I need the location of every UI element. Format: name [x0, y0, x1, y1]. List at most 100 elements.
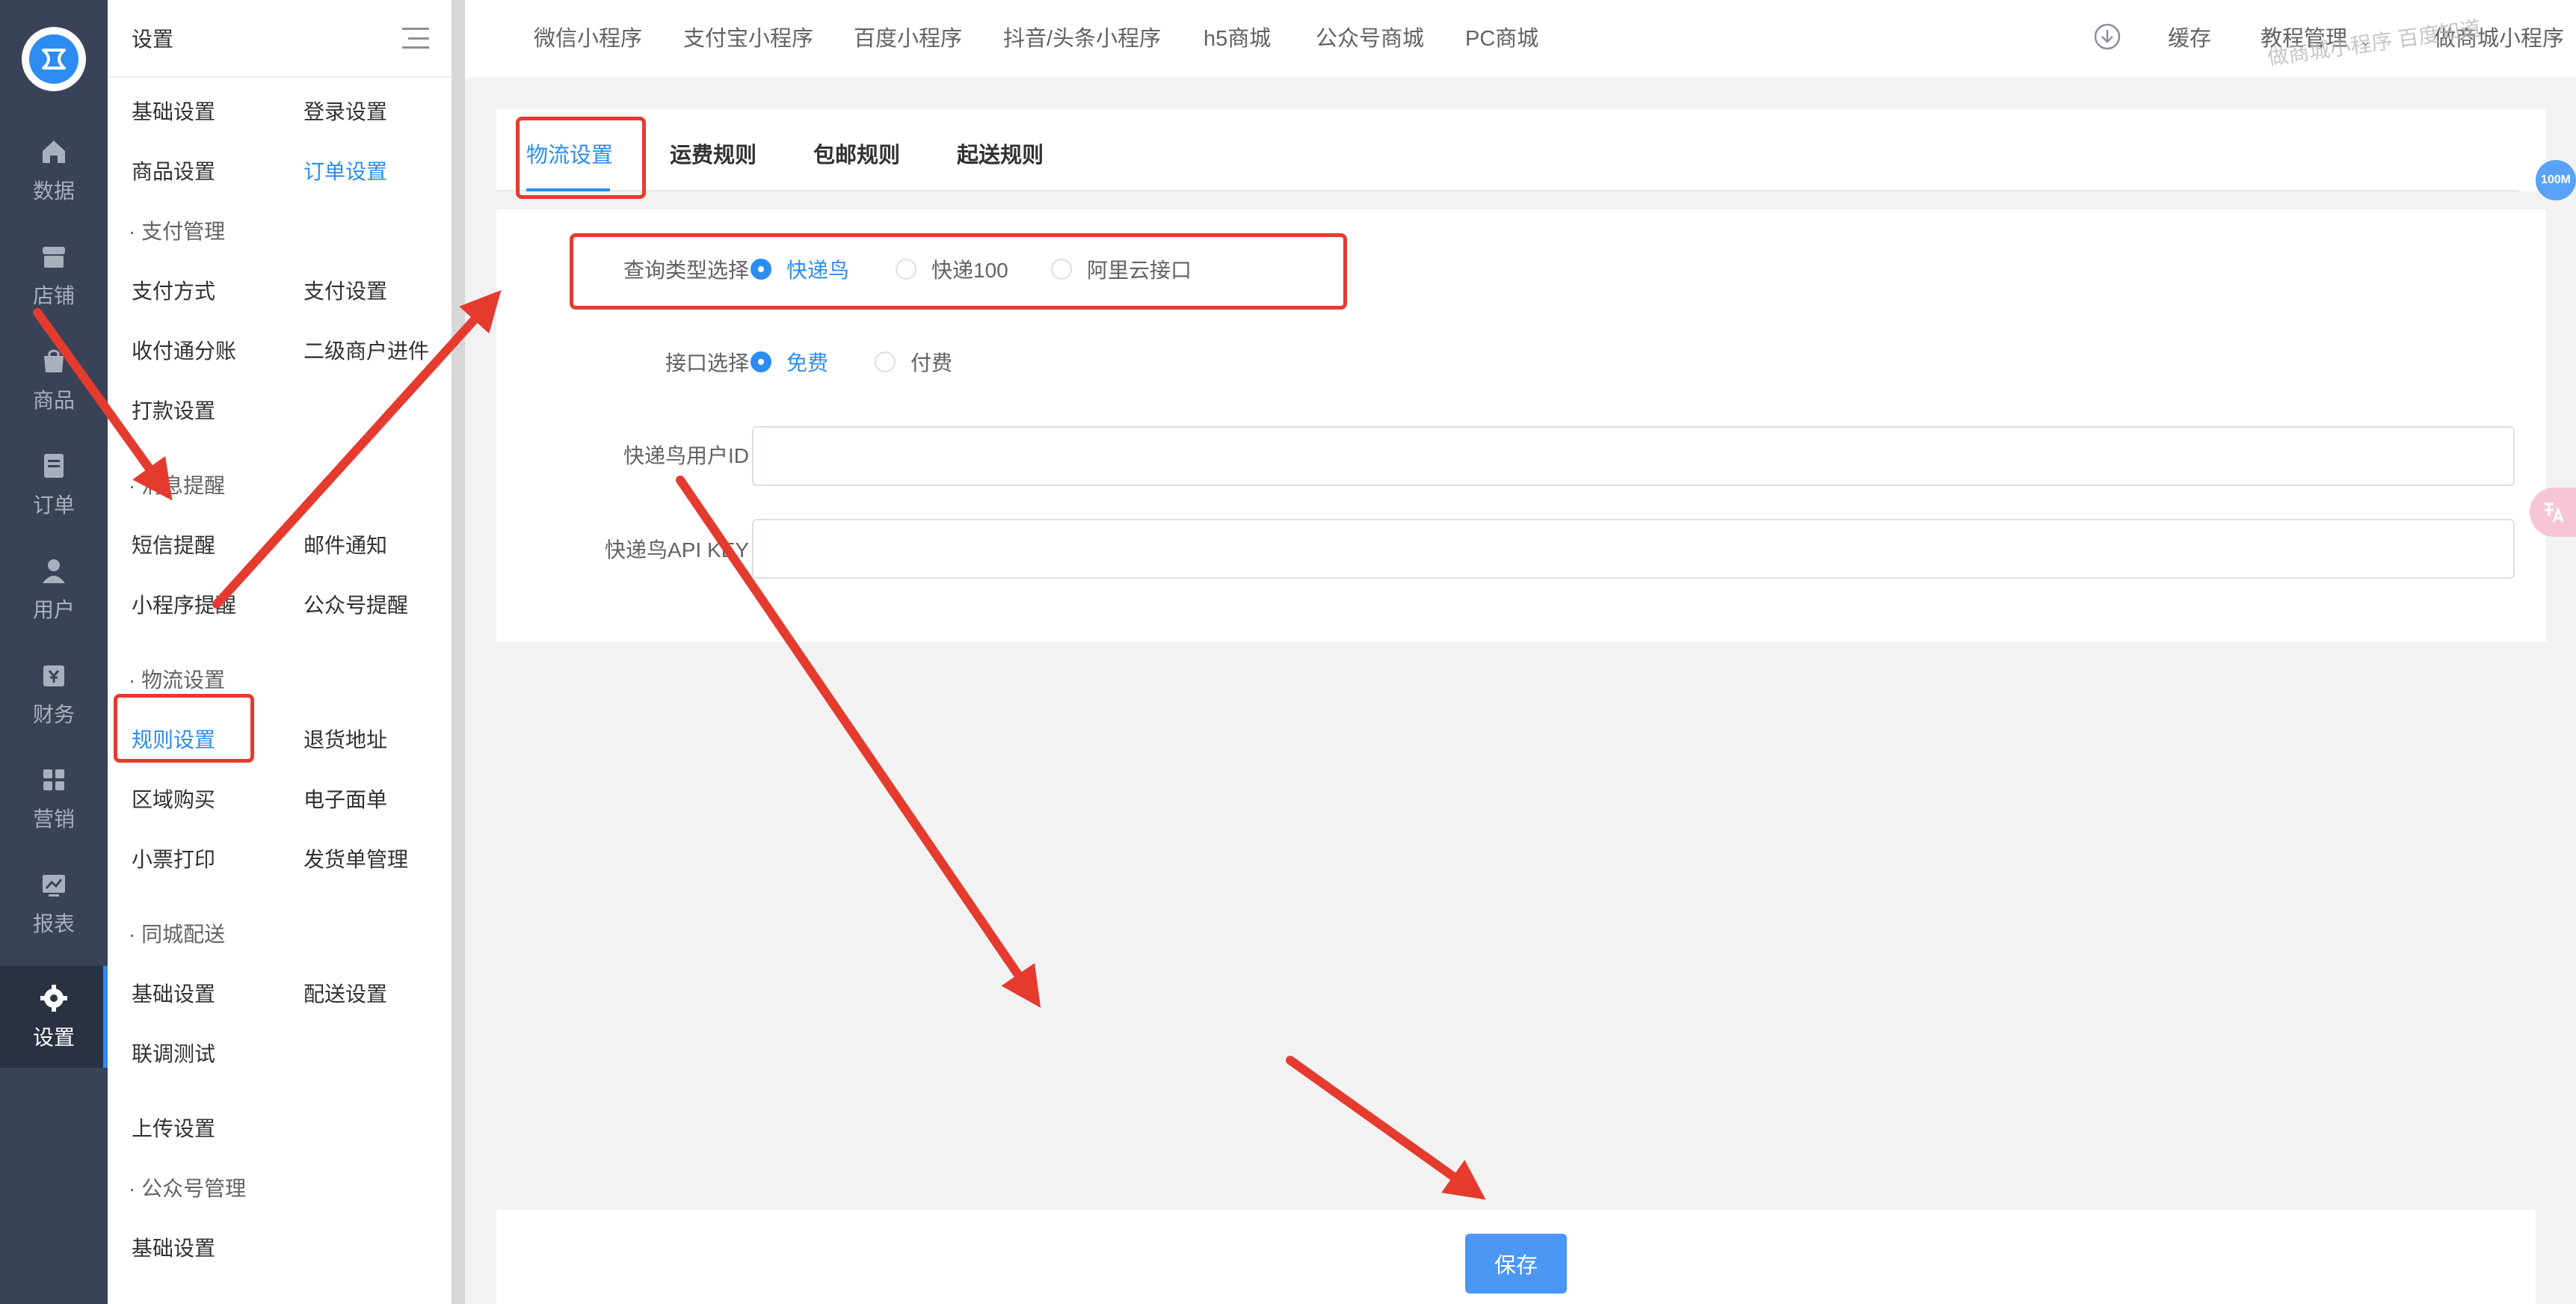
tab-freight-rules[interactable]: 运费规则	[670, 138, 757, 169]
menu-shipment-manage[interactable]: 发货单管理	[303, 843, 408, 873]
rail-label: 用户	[32, 598, 75, 621]
tab-logistics-settings[interactable]: 物流设置	[526, 138, 613, 169]
nav-pc-mall[interactable]: PC商城	[1465, 21, 1538, 52]
radio-free[interactable]: 免费	[751, 347, 828, 377]
group-payment: · 支付管理	[129, 220, 226, 243]
radio-label: 快递100	[931, 259, 1008, 282]
user-id-label: 快递鸟用户ID	[623, 444, 749, 467]
submenu-scrollbar[interactable]	[452, 0, 465, 1304]
nav-baidu-mini[interactable]: 百度小程序	[854, 21, 962, 52]
menu-official-reminder[interactable]: 公众号提醒	[303, 589, 408, 619]
form-footer: 保存	[496, 1210, 2536, 1304]
tab-free-shipping-rules[interactable]: 包邮规则	[813, 138, 900, 169]
rail-item-data[interactable]: 数据	[0, 120, 108, 221]
gear-icon	[40, 985, 67, 1012]
rail-item-marketing[interactable]: 营销	[0, 748, 108, 849]
logistics-tabs: 物流设置 运费规则 包邮规则 起送规则	[496, 109, 2546, 191]
menu-sub-merchant[interactable]: 二级商户进件	[303, 335, 429, 365]
store-icon	[43, 247, 65, 268]
logistics-settings-form: 查询类型选择 快递鸟 快递100 阿里云接口 接口选择 免费 付费 快递鸟用户I…	[496, 209, 2546, 642]
save-button[interactable]: 保存	[1465, 1234, 1567, 1294]
tab-min-order-rules[interactable]: 起送规则	[957, 138, 1044, 169]
main-nav-rail: 数据 店铺 商品 订单 用户 财务 营销 报表 设置	[0, 0, 108, 1304]
rail-item-finance[interactable]: 财务	[0, 643, 108, 745]
settings-submenu: 设置 基础设置 登录设置 商品设置 订单设置 · 支付管理 支付方式 支付设置 …	[108, 0, 453, 1304]
menu-payment-settings[interactable]: 支付设置	[303, 275, 387, 305]
nav-wechat-mini[interactable]: 微信小程序	[534, 21, 642, 52]
radio-dot	[751, 259, 771, 280]
document-icon	[44, 454, 64, 478]
collapse-menu-icon[interactable]	[402, 28, 429, 49]
menu-upload-settings[interactable]: 上传设置	[132, 1113, 215, 1142]
radio-dot	[1051, 259, 1072, 280]
radio-kuaidi100[interactable]: 快递100	[896, 254, 1008, 284]
submenu-title: 设置	[132, 28, 174, 51]
radio-label: 免费	[786, 351, 829, 375]
rail-label: 设置	[32, 1026, 75, 1049]
user-icon	[43, 559, 65, 583]
rail-item-store[interactable]: 店铺	[0, 224, 108, 326]
home-icon	[43, 141, 65, 163]
menu-receipt-print[interactable]: 小票打印	[132, 843, 215, 873]
group-message: · 消息提醒	[129, 474, 226, 497]
menu-e-waybill[interactable]: 电子面单	[303, 784, 387, 814]
radio-dot	[896, 259, 916, 280]
menu-region-purchase[interactable]: 区域购买	[132, 784, 215, 814]
radio-label: 阿里云接口	[1087, 259, 1192, 282]
group-logistics: · 物流设置	[129, 668, 226, 692]
rail-label: 报表	[32, 912, 75, 935]
menu-goods-settings[interactable]: 商品设置	[132, 156, 215, 185]
speed-badge[interactable]: 100M	[2536, 160, 2576, 200]
rail-label: 财务	[32, 703, 75, 726]
bag-icon	[44, 349, 64, 372]
nav-h5-mall[interactable]: h5商城	[1204, 21, 1271, 52]
radio-aliyun[interactable]: 阿里云接口	[1051, 254, 1192, 284]
menu-sms-reminder[interactable]: 短信提醒	[132, 529, 215, 559]
radio-paid[interactable]: 付费	[875, 347, 952, 377]
menu-payment-method[interactable]: 支付方式	[132, 275, 215, 305]
rail-item-orders[interactable]: 订单	[0, 434, 108, 535]
top-bar: 微信小程序 支付宝小程序 百度小程序 抖音/头条小程序 h5商城 公众号商城 P…	[465, 0, 2576, 78]
menu-joint-test[interactable]: 联调测试	[132, 1038, 215, 1068]
rail-label: 店铺	[32, 284, 75, 307]
radio-label: 快递鸟	[786, 259, 850, 282]
query-type-label: 查询类型选择	[623, 259, 749, 282]
nav-official-mall[interactable]: 公众号商城	[1316, 21, 1424, 52]
download-icon[interactable]	[2093, 22, 2121, 51]
user-id-input[interactable]	[752, 426, 2515, 486]
nav-alipay-mini[interactable]: 支付宝小程序	[683, 21, 813, 52]
cache-button[interactable]: 缓存	[2168, 21, 2211, 52]
rail-label: 订单	[32, 493, 75, 517]
menu-order-settings[interactable]: 订单设置	[303, 156, 387, 185]
grid-icon	[43, 769, 64, 790]
radio-dot	[751, 351, 771, 372]
menu-email-notice[interactable]: 邮件通知	[303, 529, 387, 559]
rail-item-users[interactable]: 用户	[0, 538, 108, 640]
menu-split-account[interactable]: 收付通分账	[132, 335, 236, 365]
menu-delivery-settings[interactable]: 配送设置	[303, 978, 387, 1008]
arrow-to-save	[1286, 1056, 1486, 1200]
rail-item-reports[interactable]: 报表	[0, 852, 108, 954]
radio-kdniao[interactable]: 快递鸟	[751, 254, 849, 284]
rail-label: 商品	[32, 389, 75, 412]
translate-icon[interactable]	[2530, 488, 2576, 537]
menu-return-address[interactable]: 退货地址	[303, 724, 387, 754]
menu-basic-settings[interactable]: 基础设置	[132, 96, 215, 126]
group-official: · 公众号管理	[129, 1177, 247, 1200]
rail-item-settings[interactable]: 设置	[0, 966, 108, 1068]
api-key-input[interactable]	[752, 519, 2515, 579]
chart-icon	[43, 875, 65, 896]
menu-official-basic[interactable]: 基础设置	[132, 1232, 215, 1262]
rail-label: 数据	[32, 179, 75, 203]
finance-icon	[43, 665, 64, 686]
menu-mini-reminder[interactable]: 小程序提醒	[132, 589, 236, 619]
active-tab-indicator	[526, 188, 610, 191]
menu-city-basic[interactable]: 基础设置	[132, 978, 215, 1008]
menu-transfer-settings[interactable]: 打款设置	[132, 395, 215, 425]
nav-douyin-mini[interactable]: 抖音/头条小程序	[1003, 21, 1161, 52]
app-logo[interactable]	[22, 27, 86, 91]
rail-item-goods[interactable]: 商品	[0, 329, 108, 431]
menu-login-settings[interactable]: 登录设置	[303, 96, 387, 126]
rail-label: 营销	[32, 808, 75, 831]
menu-rule-settings[interactable]: 规则设置	[132, 724, 215, 754]
